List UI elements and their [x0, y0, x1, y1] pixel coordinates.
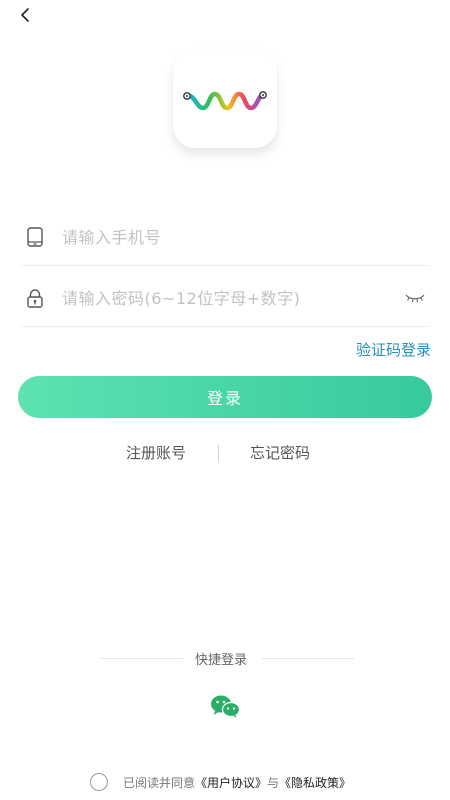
agreement-prefix: 已阅读并同意 [123, 776, 196, 790]
privacy-policy-link[interactable]: 《隐私政策》 [279, 776, 351, 790]
phone-input[interactable] [62, 223, 392, 251]
app-logo [173, 50, 277, 148]
squiggle-logo-icon [183, 91, 267, 111]
divider-line-left [101, 658, 183, 659]
quick-login-label: 快捷登录 [195, 653, 248, 668]
wechat-icon[interactable] [209, 694, 241, 718]
user-agreement-link[interactable]: 《用户协议》 [195, 776, 267, 790]
agreement-text: 已阅读并同意《用户协议》与《隐私政策》 [123, 774, 351, 791]
forgot-password-link[interactable]: 忘记密码 [250, 442, 310, 463]
agreement-conjunction: 与 [267, 776, 280, 790]
agreement-row: 已阅读并同意《用户协议》与《隐私政策》 [90, 772, 430, 794]
lock-icon [27, 289, 43, 308]
divider-line-right [262, 658, 354, 659]
login-screen: 验证码登录 登录 注册账号 忘记密码 快捷登录 已阅读并同意《用户协议》与《隐私… [0, 0, 450, 800]
password-field [22, 270, 430, 327]
secondary-links: 注册账号 忘记密码 [0, 442, 450, 464]
agreement-checkbox[interactable] [90, 773, 108, 791]
eye-closed-icon[interactable] [404, 291, 426, 305]
chevron-left-icon [21, 8, 29, 22]
back-button[interactable] [14, 4, 38, 28]
login-button[interactable]: 登录 [18, 376, 432, 418]
register-link[interactable]: 注册账号 [126, 442, 186, 463]
password-input[interactable] [62, 284, 392, 312]
link-divider [218, 445, 219, 461]
quick-login-divider: 快捷登录 [0, 648, 450, 668]
phone-icon [27, 227, 43, 247]
sms-code-login-link[interactable]: 验证码登录 [356, 339, 431, 360]
phone-field [22, 209, 430, 266]
